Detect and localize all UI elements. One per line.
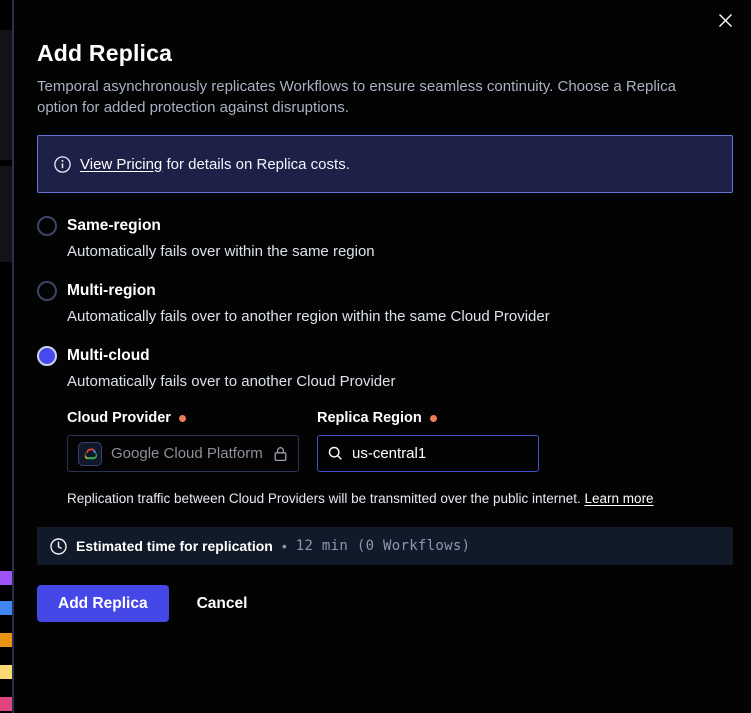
option-multi-region: Multi-region Automatically fails over to…	[37, 281, 733, 325]
option-description: Automatically fails over to another Clou…	[67, 373, 733, 390]
radio-same-region[interactable]: Same-region	[37, 216, 733, 236]
option-label: Multi-cloud	[67, 347, 150, 365]
background-color-chip	[0, 571, 12, 585]
option-same-region: Same-region Automatically fails over wit…	[37, 216, 733, 260]
estimate-banner: Estimated time for replication • 12 min …	[37, 527, 733, 565]
estimate-label: Estimated time for replication	[76, 538, 273, 554]
modal-actions: Add Replica Cancel	[37, 585, 733, 622]
background-color-chip	[0, 633, 12, 647]
background-page-strip	[0, 0, 12, 713]
view-pricing-link[interactable]: View Pricing	[80, 156, 162, 173]
estimate-separator: •	[282, 538, 287, 554]
required-dot	[179, 415, 186, 422]
background-panel	[0, 30, 12, 160]
replica-region-input[interactable]	[352, 445, 512, 462]
cloud-provider-select: Google Cloud Platform	[67, 435, 299, 472]
cloud-provider-label-text: Cloud Provider	[67, 410, 171, 426]
radio-multi-cloud[interactable]: Multi-cloud	[37, 346, 733, 366]
add-replica-button[interactable]: Add Replica	[37, 585, 169, 622]
radio-multi-region[interactable]: Multi-region	[37, 281, 733, 301]
page-title: Add Replica	[37, 40, 733, 67]
option-description: Automatically fails over to another regi…	[67, 308, 733, 325]
background-color-chip	[0, 665, 12, 679]
background-color-chip	[0, 601, 12, 615]
pricing-banner-suffix: for details on Replica costs.	[166, 156, 349, 173]
pricing-info-banner: View Pricing for details on Replica cost…	[37, 135, 733, 193]
required-dot	[430, 415, 437, 422]
option-description: Automatically fails over within the same…	[67, 243, 733, 260]
option-label: Multi-region	[67, 282, 156, 300]
replica-region-label-text: Replica Region	[317, 410, 422, 426]
radio-circle-selected-icon[interactable]	[37, 346, 57, 366]
search-icon	[328, 446, 343, 461]
replica-region-field[interactable]	[317, 435, 539, 472]
pricing-banner-text: View Pricing for details on Replica cost…	[80, 156, 350, 173]
option-multi-cloud: Multi-cloud Automatically fails over to …	[37, 346, 733, 506]
learn-more-link[interactable]: Learn more	[585, 491, 654, 506]
estimate-value: 12 min (0 Workflows)	[296, 538, 471, 554]
replica-option-group: Same-region Automatically fails over wit…	[37, 216, 733, 506]
background-color-chip	[0, 697, 12, 711]
cloud-provider-label: Cloud Provider	[67, 410, 317, 426]
replica-region-label: Replica Region	[317, 410, 437, 426]
traffic-note-text: Replication traffic between Cloud Provid…	[67, 491, 581, 506]
radio-circle-icon[interactable]	[37, 281, 57, 301]
multi-cloud-subform: Cloud Provider Replica Region	[67, 410, 733, 506]
background-panel	[0, 166, 12, 262]
info-icon	[54, 156, 71, 173]
traffic-note: Replication traffic between Cloud Provid…	[67, 491, 733, 506]
cloud-provider-value: Google Cloud Platform	[111, 445, 264, 462]
radio-circle-icon[interactable]	[37, 216, 57, 236]
cancel-button[interactable]: Cancel	[197, 595, 248, 613]
modal-description: Temporal asynchronously replicates Workf…	[37, 76, 717, 118]
option-label: Same-region	[67, 217, 161, 235]
lock-icon	[273, 446, 288, 462]
add-replica-modal: Add Replica Temporal asynchronously repl…	[14, 0, 751, 713]
clock-icon	[50, 538, 67, 555]
gcp-logo-icon	[78, 442, 102, 466]
